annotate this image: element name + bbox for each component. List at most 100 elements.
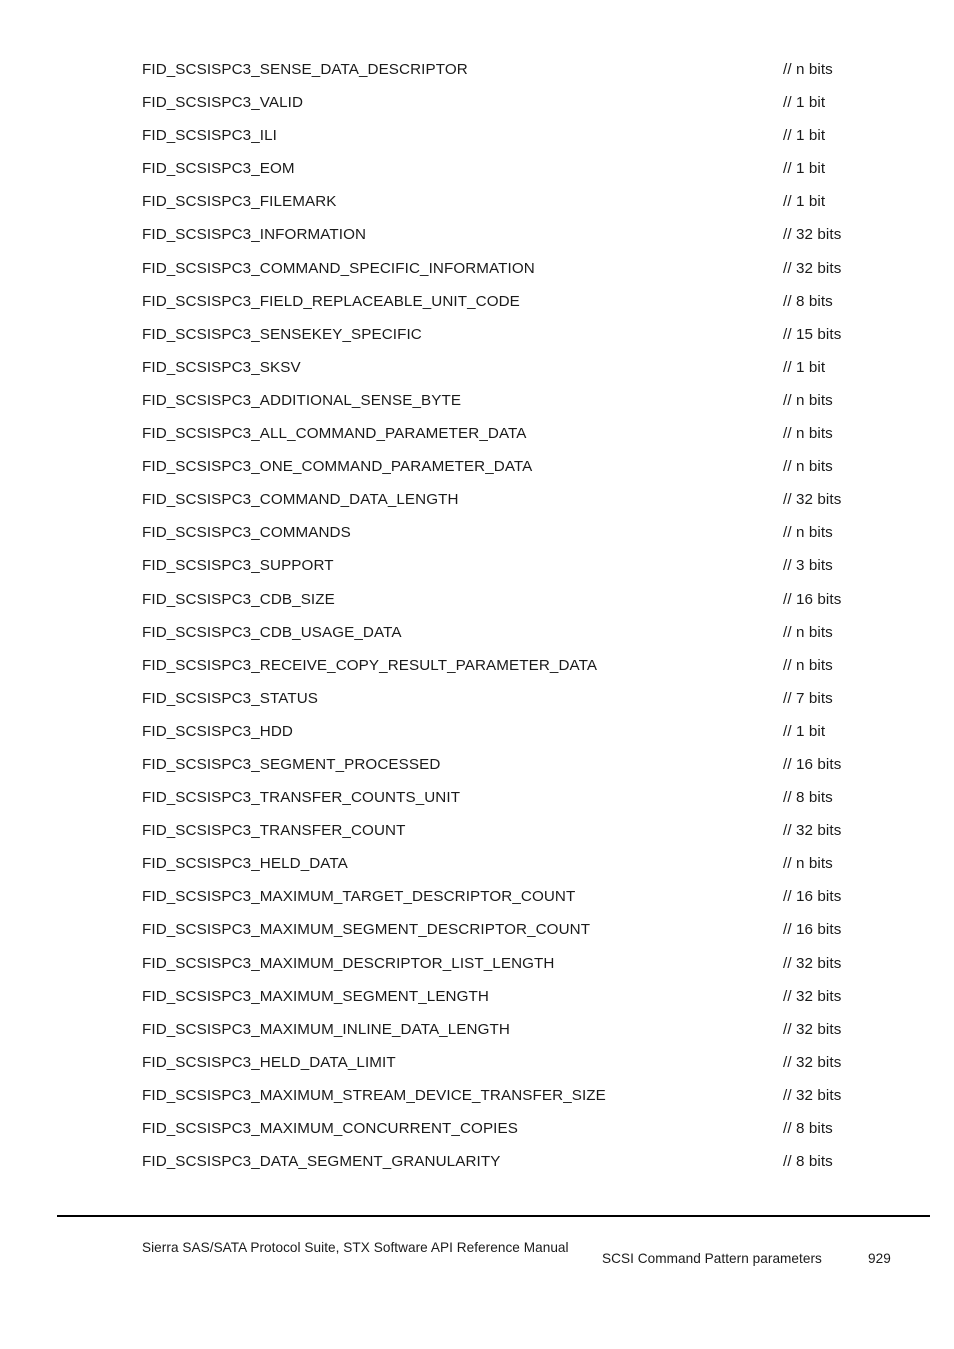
footer-document-title: Sierra SAS/SATA Protocol Suite, STX Soft… — [142, 1240, 569, 1255]
constant-name: FID_SCSISPC3_MAXIMUM_SEGMENT_LENGTH — [142, 987, 489, 1005]
constant-name: FID_SCSISPC3_HELD_DATA — [142, 855, 348, 873]
constant-row: FID_SCSISPC3_ILI // 1 bit — [142, 119, 854, 152]
constant-name: FID_SCSISPC3_FILEMARK — [142, 193, 337, 211]
constant-name: FID_SCSISPC3_ONE_COMMAND_PARAMETER_DATA — [142, 458, 533, 476]
constant-bit-width-comment: // 16 bits — [783, 921, 842, 939]
constant-name: FID_SCSISPC3_MAXIMUM_CONCURRENT_COPIES — [142, 1120, 518, 1137]
constant-bit-width-comment: // 8 bits — [783, 292, 833, 310]
constant-name: FID_SCSISPC3_MAXIMUM_STREAM_DEVICE_TRANS… — [142, 1086, 606, 1104]
constant-row: FID_SCSISPC3_STATUS // 7 bits — [142, 682, 854, 715]
constant-name: FID_SCSISPC3_STATUS — [142, 689, 319, 707]
constant-name: FID_SCSISPC3_ADDITIONAL_SENSE_BYTE — [142, 391, 462, 409]
constant-name: FID_SCSISPC3_SEGMENT_PROCESSED — [142, 755, 441, 773]
constant-name: FID_SCSISPC3_MAXIMUM_DESCRIPTOR_LIST_LEN… — [142, 954, 555, 972]
constant-name: FID_SCSISPC3_TRANSFER_COUNTS_UNIT — [142, 789, 461, 807]
constant-name: FID_SCSISPC3_DATA_SEGMENT_GRANULARITY — [142, 1153, 501, 1171]
constant-row: FID_SCSISPC3_HELD_DATA_LIMIT // 32 bits — [142, 1046, 854, 1079]
constant-row: FID_SCSISPC3_HDD // 1 bit — [142, 715, 854, 748]
constant-name: FID_SCSISPC3_SENSE_DATA_DESCRIPTOR — [142, 61, 468, 78]
constant-row: FID_SCSISPC3_COMMAND_SPECIFIC_INFORMATIO… — [142, 252, 854, 285]
constant-bit-width-comment: // 32 bits — [783, 491, 842, 509]
constant-name: FID_SCSISPC3_ALL_COMMAND_PARAMETER_DATA — [142, 425, 527, 443]
constant-name: FID_SCSISPC3_CDB_USAGE_DATA — [142, 623, 402, 641]
constant-row: FID_SCSISPC3_ADDITIONAL_SENSE_BYTE // n b… — [142, 384, 854, 417]
constant-bit-width-comment: // 7 bits — [783, 689, 833, 707]
constant-bit-width-comment: // n bits — [783, 425, 833, 443]
constant-row: FID_SCSISPC3_VALID // 1 bit — [142, 86, 854, 119]
constant-row: FID_SCSISPC3_SENSEKEY_SPECIFIC // 15 bits — [142, 318, 854, 351]
constant-row: FID_SCSISPC3_MAXIMUM_TARGET_DESCRIPTOR_C… — [142, 880, 854, 913]
constant-bit-width-comment: // 1 bit — [783, 127, 826, 145]
constant-row: FID_SCSISPC3_RECEIVE_COPY_RESULT_PARAMET… — [142, 649, 854, 682]
constant-bit-width-comment: // n bits — [783, 61, 833, 78]
constant-row: FID_SCSISPC3_MAXIMUM_DESCRIPTOR_LIST_LEN… — [142, 947, 854, 980]
constant-bit-width-comment: // 32 bits — [783, 954, 842, 972]
constant-row: FID_SCSISPC3_COMMANDS // n bits — [142, 516, 854, 549]
constant-row: FID_SCSISPC3_SENSE_DATA_DESCRIPTOR // n b… — [142, 53, 854, 86]
constant-bit-width-comment: // 32 bits — [783, 822, 842, 840]
constant-name: FID_SCSISPC3_VALID — [142, 94, 304, 112]
constant-name: FID_SCSISPC3_SKSV — [142, 358, 301, 376]
constant-row: FID_SCSISPC3_CDB_USAGE_DATA // n bits — [142, 616, 854, 649]
constant-name: FID_SCSISPC3_CDB_SIZE — [142, 590, 335, 608]
constant-bit-width-comment: // 1 bit — [783, 722, 826, 740]
constant-row: FID_SCSISPC3_EOM // 1 bit — [142, 152, 854, 185]
constant-bit-width-comment: // n bits — [783, 524, 833, 542]
constant-bit-width-comment: // n bits — [783, 855, 833, 873]
constant-row: FID_SCSISPC3_MAXIMUM_CONCURRENT_COPIES //… — [142, 1112, 854, 1145]
constant-name: FID_SCSISPC3_EOM — [142, 160, 295, 178]
constant-row: FID_SCSISPC3_CDB_SIZE // 16 bits — [142, 583, 854, 616]
constant-bit-width-comment: // 1 bit — [783, 94, 826, 112]
constant-bit-width-comment: // 1 bit — [783, 193, 826, 211]
constant-bit-width-comment: // 8 bits — [783, 789, 833, 807]
constant-name: FID_SCSISPC3_MAXIMUM_SEGMENT_DESCRIPTOR_… — [142, 921, 591, 939]
constant-row: FID_SCSISPC3_ALL_COMMAND_PARAMETER_DATA /… — [142, 417, 854, 450]
constant-name: FID_SCSISPC3_COMMAND_SPECIFIC_INFORMATIO… — [142, 259, 535, 277]
constant-row: FID_SCSISPC3_SEGMENT_PROCESSED // 16 bits — [142, 748, 854, 781]
constant-row: FID_SCSISPC3_MAXIMUM_STREAM_DEVICE_TRANS… — [142, 1079, 854, 1112]
constant-row: FID_SCSISPC3_TRANSFER_COUNTS_UNIT // 8 bi… — [142, 781, 854, 814]
constant-bit-width-comment: // 1 bit — [783, 358, 826, 376]
constant-bit-width-comment: // n bits — [783, 391, 833, 409]
constant-bit-width-comment: // 32 bits — [783, 1053, 842, 1071]
constant-bit-width-comment: // 16 bits — [783, 590, 842, 608]
constant-name: FID_SCSISPC3_TRANSFER_COUNT — [142, 822, 406, 840]
constant-bit-width-comment: // 16 bits — [783, 888, 842, 906]
constant-name: FID_SCSISPC3_HDD — [142, 722, 293, 740]
constant-name: FID_SCSISPC3_MAXIMUM_INLINE_DATA_LENGTH — [142, 1020, 510, 1038]
constant-row: FID_SCSISPC3_SUPPORT // 3 bits — [142, 549, 854, 582]
constant-row: FID_SCSISPC3_COMMAND_DATA_LENGTH // 32 bi… — [142, 483, 854, 516]
constant-row: FID_SCSISPC3_FILEMARK // 1 bit — [142, 185, 854, 218]
constant-row: FID_SCSISPC3_ONE_COMMAND_PARAMETER_DATA /… — [142, 450, 854, 483]
constant-row: FID_SCSISPC3_SKSV // 1 bit — [142, 351, 854, 384]
footer-section-title: SCSI Command Pattern parameters — [602, 1251, 822, 1266]
constant-name: FID_SCSISPC3_INFORMATION — [142, 226, 367, 244]
footer-divider — [57, 1215, 930, 1217]
constant-name: FID_SCSISPC3_RECEIVE_COPY_RESULT_PARAMET… — [142, 656, 598, 674]
constant-name: FID_SCSISPC3_ILI — [142, 127, 277, 145]
constant-bit-width-comment: // 15 bits — [783, 325, 842, 343]
constant-row: FID_SCSISPC3_FIELD_REPLACEABLE_UNIT_CODE… — [142, 285, 854, 318]
constant-definition-list: FID_SCSISPC3_SENSE_DATA_DESCRIPTOR // n b… — [142, 53, 854, 1178]
constant-row: FID_SCSISPC3_INFORMATION // 32 bits — [142, 218, 854, 251]
constant-row: FID_SCSISPC3_MAXIMUM_SEGMENT_LENGTH // 32… — [142, 980, 854, 1013]
constant-bit-width-comment: // 8 bits — [783, 1120, 833, 1137]
constant-row: FID_SCSISPC3_DATA_SEGMENT_GRANULARITY // … — [142, 1145, 854, 1178]
constant-bit-width-comment: // n bits — [783, 458, 833, 476]
constant-bit-width-comment: // 32 bits — [783, 226, 842, 244]
constant-name: FID_SCSISPC3_MAXIMUM_TARGET_DESCRIPTOR_C… — [142, 888, 576, 906]
constant-row: FID_SCSISPC3_MAXIMUM_INLINE_DATA_LENGTH /… — [142, 1013, 854, 1046]
constant-bit-width-comment: // 3 bits — [783, 557, 833, 575]
constant-bit-width-comment: // n bits — [783, 623, 833, 641]
document-page: FID_SCSISPC3_SENSE_DATA_DESCRIPTOR // n b… — [0, 0, 954, 1349]
constant-name: FID_SCSISPC3_SUPPORT — [142, 557, 334, 575]
constant-bit-width-comment: // 32 bits — [783, 1086, 842, 1104]
constant-name: FID_SCSISPC3_COMMANDS — [142, 524, 351, 542]
constant-bit-width-comment: // 32 bits — [783, 987, 842, 1005]
constant-name: FID_SCSISPC3_HELD_DATA_LIMIT — [142, 1053, 396, 1071]
constant-bit-width-comment: // 16 bits — [783, 755, 842, 773]
constant-bit-width-comment: // 8 bits — [783, 1153, 833, 1171]
constant-row: FID_SCSISPC3_MAXIMUM_SEGMENT_DESCRIPTOR_… — [142, 913, 854, 946]
constant-name: FID_SCSISPC3_FIELD_REPLACEABLE_UNIT_CODE — [142, 292, 520, 310]
constant-bit-width-comment: // n bits — [783, 656, 833, 674]
